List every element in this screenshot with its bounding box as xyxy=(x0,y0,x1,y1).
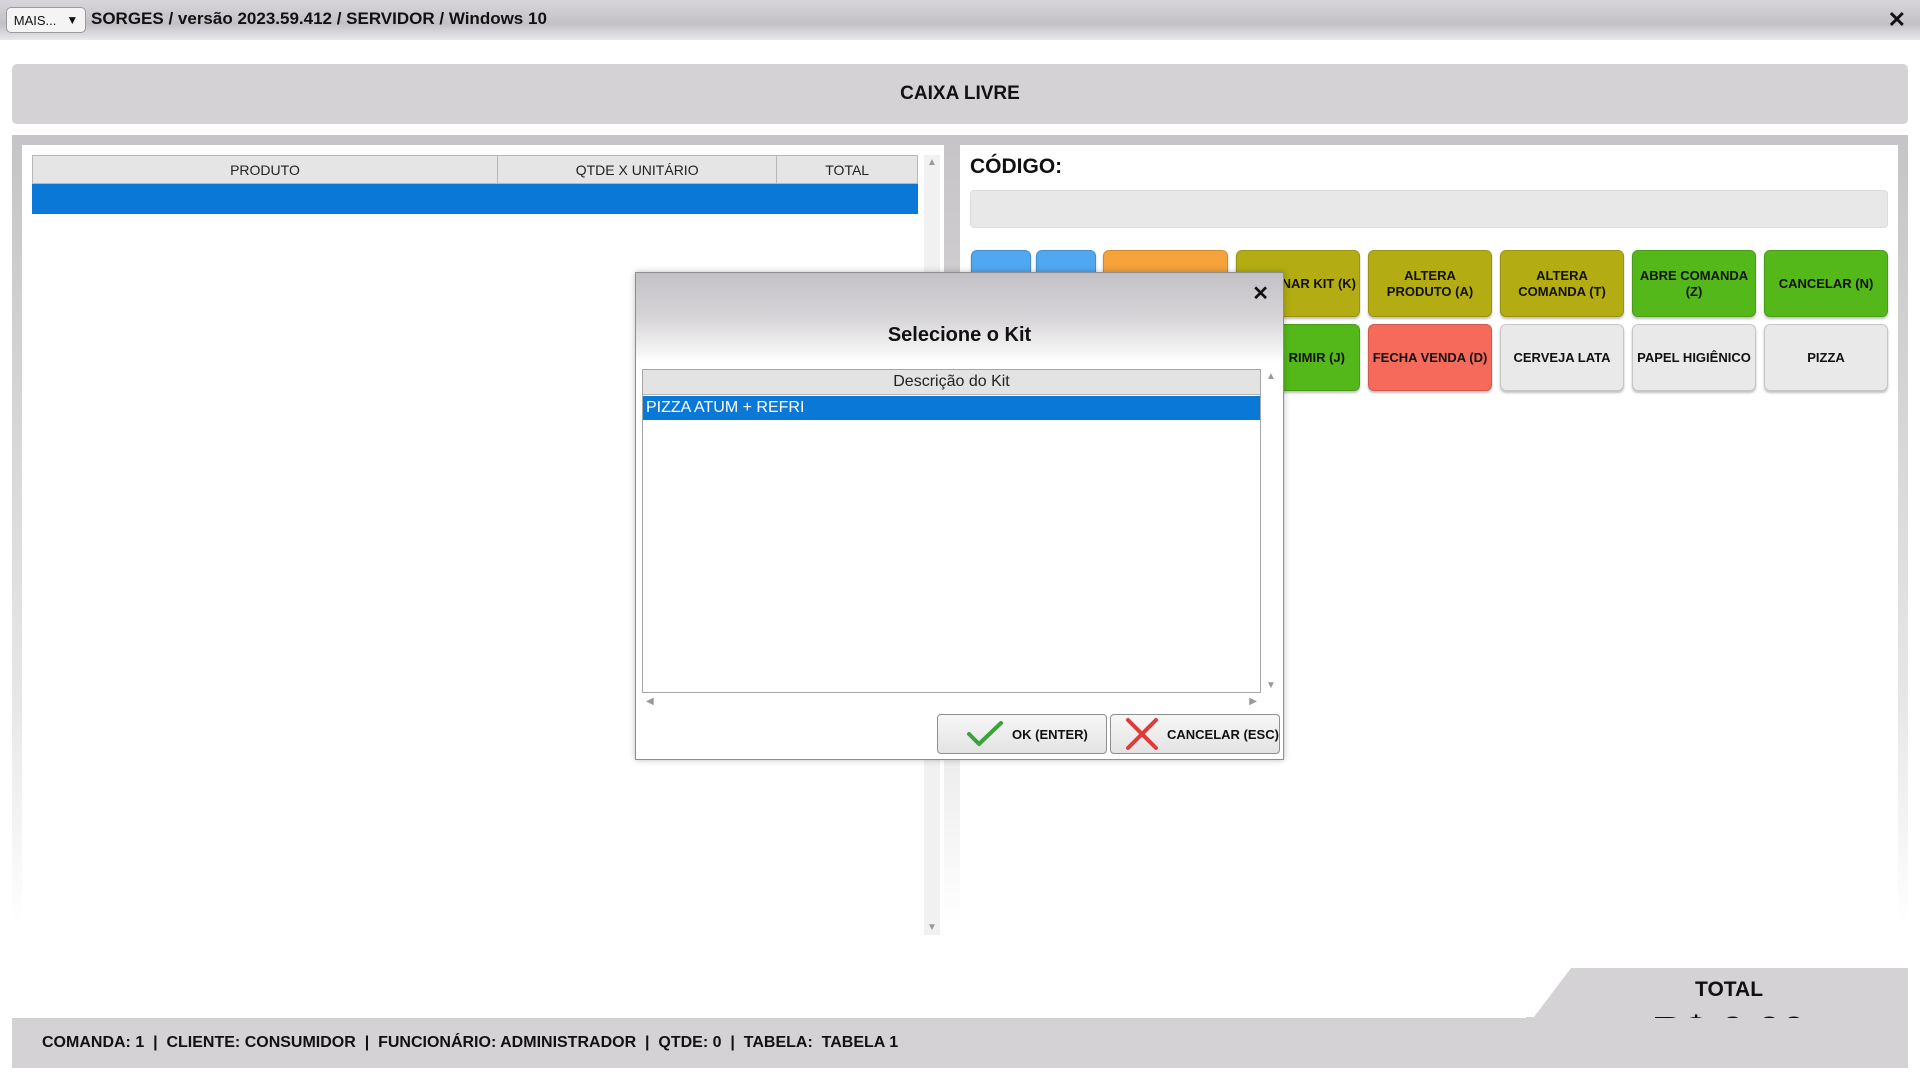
codigo-input[interactable] xyxy=(970,190,1888,228)
altera-produto-button[interactable]: ALTERA PRODUTO (A) xyxy=(1368,250,1492,317)
ok-button[interactable]: OK (ENTER) xyxy=(937,714,1107,754)
kit-list-header[interactable]: Descrição do Kit xyxy=(643,370,1260,395)
cerveja-lata-button[interactable]: CERVEJA LATA xyxy=(1500,324,1624,391)
dialog-titlebar xyxy=(636,273,1283,363)
cancel-button[interactable]: CANCELAR (ESC) xyxy=(1110,714,1280,754)
kit-list-hscroll[interactable]: ◀ ▶ xyxy=(642,695,1261,711)
title-bar: MAIS... ▼ SORGES / versão 2023.59.412 / … xyxy=(0,0,1920,40)
status-text: COMANDA: 1 | CLIENTE: CONSUMIDOR | FUNCI… xyxy=(42,1034,899,1051)
codigo-label: CÓDIGO: xyxy=(970,155,1063,178)
pizza-button[interactable]: PIZZA xyxy=(1764,324,1888,391)
cancelar-button[interactable]: CANCELAR (N) xyxy=(1764,250,1888,317)
checkmark-icon xyxy=(967,721,1003,746)
dialog-close-icon[interactable]: ✕ xyxy=(1252,281,1269,306)
mais-menu-button[interactable]: MAIS... ▼ xyxy=(6,7,86,33)
column-total[interactable]: TOTAL xyxy=(777,156,917,183)
ok-label: OK (ENTER) xyxy=(1012,726,1088,742)
kit-list-vscroll[interactable]: ▲ ▼ xyxy=(1262,369,1278,693)
scroll-up-icon[interactable]: ▲ xyxy=(1266,371,1276,382)
select-kit-dialog: ✕ Selecione o Kit Descrição do Kit PIZZA… xyxy=(635,272,1284,760)
mais-label: MAIS... xyxy=(13,12,57,28)
x-icon xyxy=(1126,718,1158,750)
fecha-venda-button[interactable]: FECHA VENDA (D) xyxy=(1368,324,1492,391)
altera-comanda-button[interactable]: ALTERA COMANDA (T) xyxy=(1500,250,1624,317)
window-close-icon[interactable]: ✕ xyxy=(1888,7,1906,33)
column-produto[interactable]: PRODUTO xyxy=(33,156,498,183)
column-qtde-unitario[interactable]: QTDE X UNITÁRIO xyxy=(498,156,778,183)
dropdown-arrow-icon: ▼ xyxy=(66,13,79,27)
table-row[interactable] xyxy=(32,184,918,214)
scroll-up-icon[interactable]: ▲ xyxy=(927,157,937,168)
abre-comanda-button[interactable]: ABRE COMANDA (Z) xyxy=(1632,250,1756,317)
total-label: TOTAL xyxy=(1695,978,1764,1001)
papel-higienico-button[interactable]: PAPEL HIGIÊNICO xyxy=(1632,324,1756,391)
dialog-title: Selecione o Kit xyxy=(887,324,1032,346)
product-grid-header: PRODUTO QTDE X UNITÁRIO TOTAL xyxy=(32,155,918,184)
list-item[interactable]: PIZZA ATUM + REFRI xyxy=(643,396,1260,420)
scroll-down-icon[interactable]: ▼ xyxy=(1266,680,1276,691)
scroll-down-icon[interactable]: ▼ xyxy=(927,922,937,933)
status-header: CAIXA LIVRE xyxy=(12,64,1908,124)
status-footer: COMANDA: 1 | CLIENTE: CONSUMIDOR | FUNCI… xyxy=(12,1018,1908,1068)
scroll-right-icon[interactable]: ▶ xyxy=(1249,696,1257,707)
cancel-label: CANCELAR (ESC) xyxy=(1167,726,1279,742)
kit-list: Descrição do Kit PIZZA ATUM + REFRI xyxy=(642,369,1261,693)
app-title: SORGES / versão 2023.59.412 / SERVIDOR /… xyxy=(91,9,547,28)
scroll-left-icon[interactable]: ◀ xyxy=(646,696,654,707)
